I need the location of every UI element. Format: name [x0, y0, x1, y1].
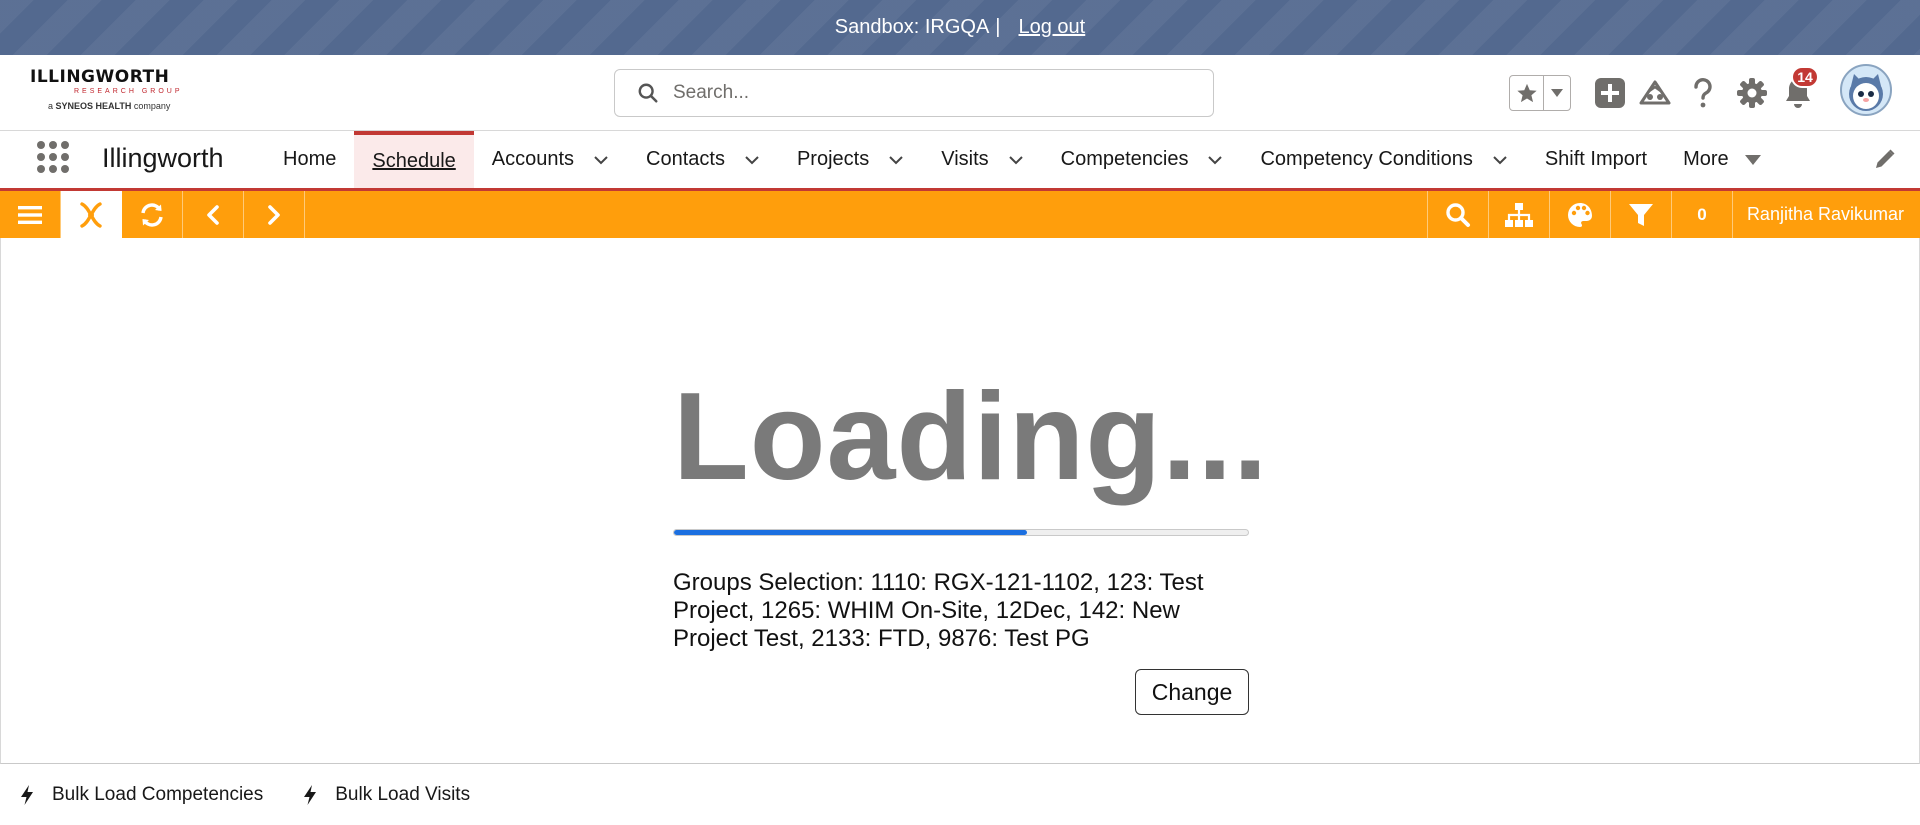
nav-item-label: Home [283, 148, 337, 170]
toolbar-search-button[interactable] [1426, 191, 1488, 238]
star-icon [1516, 83, 1537, 103]
logo-wordmark: ILLINGWORTH [30, 67, 170, 87]
favorites-menu-button[interactable] [1544, 76, 1570, 110]
nav-item-more[interactable]: More [1665, 131, 1779, 188]
nav-item-label: Contacts [646, 148, 725, 170]
loading-progress-bar [673, 529, 1249, 536]
schedule-toolbar: 0 Ranjitha Ravikumar [0, 191, 1920, 238]
app-nav-bar: Illingworth Home Schedule Accounts Contacts… [0, 131, 1920, 191]
trailhead-button[interactable] [1637, 75, 1673, 111]
global-actions-button[interactable] [1592, 75, 1628, 111]
help-button[interactable] [1685, 75, 1721, 111]
logo-tagline: a SYNEOS HEALTH company [48, 101, 171, 111]
utility-bar: Bulk Load Competencies Bulk Load Visits [0, 764, 1920, 825]
filter-count[interactable]: 0 [1670, 191, 1732, 238]
notification-count-badge: 14 [1791, 66, 1819, 88]
nav-item-label: Competency Conditions [1260, 148, 1473, 170]
utility-item-label: Bulk Load Visits [335, 783, 471, 805]
nav-item-schedule[interactable]: Schedule [354, 131, 474, 188]
nav-item-home[interactable]: Home [265, 131, 354, 188]
filter-icon [1628, 203, 1653, 226]
groups-selection-text: Groups Selection: 1110: RGX-121-1102, 12… [673, 569, 1204, 652]
nav-item-visits[interactable]: Visits [923, 131, 1042, 188]
search-icon [1446, 202, 1470, 227]
chevron-down-icon[interactable] [1491, 151, 1509, 169]
app-name: Illingworth [102, 143, 224, 173]
nav-item-accounts[interactable]: Accounts [474, 131, 628, 188]
nav-item-projects[interactable]: Projects [779, 131, 923, 188]
nav-item-competency-conditions[interactable]: Competency Conditions [1242, 131, 1526, 188]
toolbar-right-group: 0 Ranjitha Ravikumar [1426, 191, 1920, 238]
nav-item-label: Visits [941, 148, 989, 170]
user-avatar[interactable] [1840, 64, 1892, 116]
hamburger-icon [18, 205, 42, 224]
favorites-group [1509, 75, 1571, 111]
chevron-down-icon[interactable] [592, 151, 610, 169]
nav-item-label: Accounts [491, 148, 575, 170]
hierarchy-icon [1504, 202, 1533, 227]
previous-button[interactable] [183, 191, 244, 238]
global-header: ILLINGWORTH RESEARCH GROUP a SYNEOS HEAL… [0, 55, 1920, 131]
global-search[interactable] [614, 69, 1214, 117]
hierarchy-button[interactable] [1487, 191, 1549, 238]
setup-button[interactable] [1734, 75, 1770, 111]
loading-title: Loading... [673, 368, 1269, 506]
edit-nav-pencil-icon[interactable] [1873, 147, 1897, 171]
menu-button[interactable] [0, 191, 61, 238]
chevron-down-icon[interactable] [743, 151, 761, 169]
app-launcher-icon[interactable] [37, 141, 69, 173]
sandbox-banner: Sandbox: IRGQA | Log out [0, 0, 1920, 55]
chevron-down-icon[interactable] [1206, 151, 1224, 169]
nav-item-label: Projects [796, 148, 870, 170]
gear-icon [1737, 78, 1767, 108]
chevron-left-icon [207, 204, 219, 225]
app-logo-button[interactable] [61, 191, 122, 238]
sandbox-label: Sandbox: IRGQA [834, 16, 990, 38]
bulk-load-competencies-item[interactable]: Bulk Load Competencies [20, 784, 263, 806]
chevron-down-icon[interactable] [1007, 151, 1025, 169]
utility-item-label: Bulk Load Competencies [52, 783, 264, 805]
palette-icon [1567, 202, 1592, 227]
theme-button[interactable] [1548, 191, 1610, 238]
nav-item-shift-import[interactable]: Shift Import [1527, 131, 1665, 188]
bulk-load-visits-item[interactable]: Bulk Load Visits [303, 784, 470, 806]
help-icon [1694, 78, 1712, 108]
lightning-bolt-icon [21, 784, 33, 805]
refresh-button[interactable] [122, 191, 183, 238]
logo-subtitle: RESEARCH GROUP [74, 88, 183, 95]
add-icon [1595, 78, 1625, 108]
nav-items: Home Schedule Accounts Contacts Projects Visi… [265, 131, 1779, 188]
refresh-icon [141, 202, 163, 227]
nav-item-label: Schedule [372, 150, 456, 172]
company-logo[interactable]: ILLINGWORTH RESEARCH GROUP a SYNEOS HEAL… [30, 67, 190, 123]
logout-link[interactable]: Log out [1019, 16, 1086, 39]
chevron-down-icon[interactable] [887, 151, 905, 169]
search-icon [638, 83, 658, 103]
astro-avatar-icon [1849, 74, 1883, 111]
schedule-content: Loading... Groups Selection: 1110: RGX-1… [0, 238, 1920, 764]
chevron-right-icon [268, 204, 280, 225]
swirl-logo-icon [80, 201, 102, 228]
search-input[interactable] [673, 82, 1193, 104]
nav-item-contacts[interactable]: Contacts [628, 131, 779, 188]
sandbox-separator: | [995, 16, 1001, 38]
current-user[interactable]: Ranjitha Ravikumar [1731, 191, 1920, 238]
nav-item-label: More [1683, 148, 1729, 170]
nav-item-label: Competencies [1060, 148, 1189, 170]
caret-down-icon [1744, 154, 1761, 165]
loading-progress-fill [674, 530, 1027, 535]
nav-item-competencies[interactable]: Competencies [1043, 131, 1243, 188]
change-groups-button[interactable]: Change [1135, 669, 1249, 715]
next-button[interactable] [244, 191, 305, 238]
lightning-bolt-icon [304, 784, 317, 805]
caret-down-icon [1551, 89, 1563, 97]
filter-button[interactable] [1609, 191, 1671, 238]
nav-item-label: Shift Import [1544, 148, 1648, 170]
trailhead-icon [1639, 80, 1671, 105]
favorites-button[interactable] [1510, 76, 1544, 110]
